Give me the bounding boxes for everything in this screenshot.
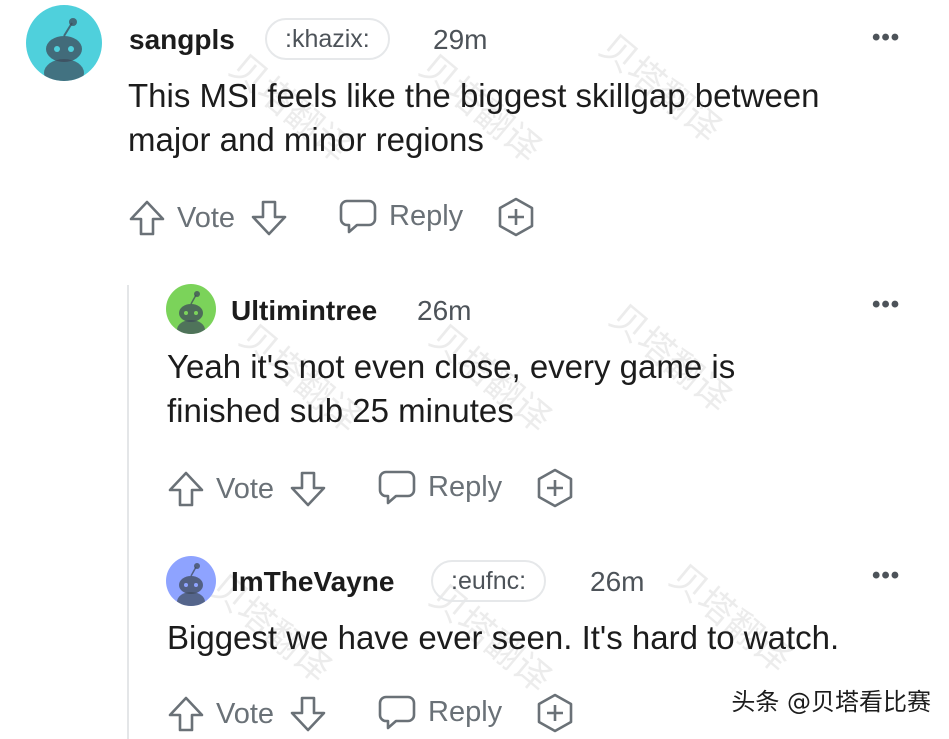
- comment-text-line: This MSI feels like the biggest skillgap…: [128, 77, 820, 114]
- downvote-button[interactable]: [289, 695, 327, 733]
- reply-label: Reply: [389, 199, 464, 232]
- arrow-down-icon: [251, 200, 287, 236]
- reply-label: Reply: [428, 470, 503, 503]
- upvote-button[interactable]: [167, 470, 205, 508]
- avatar[interactable]: [166, 556, 216, 606]
- comment-text-line: Yeah it's not even close, every game is: [167, 348, 736, 385]
- award-button[interactable]: [496, 197, 536, 237]
- reply-label: Reply: [428, 695, 503, 728]
- comment-bubble-icon: [339, 199, 377, 234]
- vote-label: Vote: [177, 202, 236, 234]
- avatar[interactable]: [166, 284, 216, 334]
- downvote-button[interactable]: [250, 199, 288, 237]
- thread-line: [127, 285, 129, 739]
- upvote-button[interactable]: [167, 695, 205, 733]
- username[interactable]: sangpls: [129, 24, 235, 56]
- snoo-avatar-icon: [26, 5, 102, 81]
- award-button[interactable]: [535, 468, 575, 508]
- vote-label: Vote: [216, 698, 275, 730]
- more-options-icon[interactable]: •••: [872, 24, 900, 52]
- downvote-button[interactable]: [289, 470, 327, 508]
- username[interactable]: ImTheVayne: [231, 566, 394, 598]
- timestamp: 29m: [433, 24, 488, 55]
- award-plus-icon: [537, 693, 573, 733]
- comment-actions: Vote Reply: [167, 691, 587, 735]
- comment-text: Biggest we have ever seen. It's hard to …: [167, 616, 839, 660]
- award-plus-icon: [498, 197, 534, 237]
- snoo-avatar-icon: [166, 556, 216, 606]
- comment-bubble-icon: [378, 470, 416, 505]
- arrow-up-icon: [168, 471, 204, 507]
- timestamp: 26m: [590, 566, 645, 597]
- comment-text-line: Biggest we have ever seen. It's hard to …: [167, 619, 840, 656]
- award-button[interactable]: [535, 693, 575, 733]
- arrow-down-icon: [290, 471, 326, 507]
- snoo-avatar-icon: [166, 284, 216, 334]
- timestamp: 26m: [417, 295, 472, 326]
- source-credit: 头条 @贝塔看比赛: [731, 688, 931, 716]
- more-options-icon[interactable]: •••: [872, 562, 900, 590]
- comment-text: Yeah it's not even close, every game is …: [167, 345, 735, 433]
- arrow-down-icon: [290, 696, 326, 732]
- comment-actions: Vote Reply: [128, 195, 548, 239]
- reply-button[interactable]: Reply: [339, 197, 463, 235]
- upvote-button[interactable]: [128, 199, 166, 237]
- username[interactable]: Ultimintree: [231, 295, 377, 327]
- comment-bubble-icon: [378, 695, 416, 730]
- user-flair: :khazix:: [265, 18, 390, 60]
- comment-text-line: major and minor regions: [128, 121, 484, 158]
- reply-button[interactable]: Reply: [378, 693, 502, 731]
- award-plus-icon: [537, 468, 573, 508]
- comment-text-line: finished sub 25 minutes: [167, 392, 514, 429]
- comment-text: This MSI feels like the biggest skillgap…: [128, 74, 820, 162]
- arrow-up-icon: [129, 200, 165, 236]
- comment-actions: Vote Reply: [167, 466, 587, 510]
- user-flair: :eufnc:: [431, 560, 547, 602]
- avatar[interactable]: [26, 5, 102, 81]
- reply-button[interactable]: Reply: [378, 468, 502, 506]
- vote-label: Vote: [216, 473, 275, 505]
- more-options-icon[interactable]: •••: [872, 291, 900, 319]
- arrow-up-icon: [168, 696, 204, 732]
